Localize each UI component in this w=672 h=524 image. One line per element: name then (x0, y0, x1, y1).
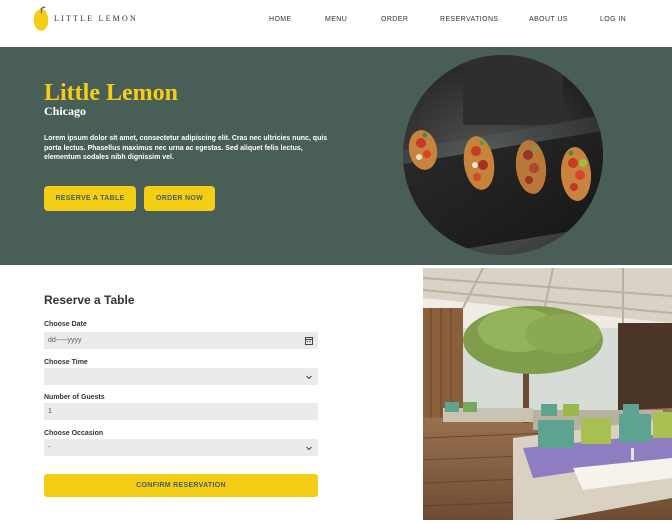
date-input[interactable]: dd-----yyyy (44, 332, 318, 349)
nav-home[interactable]: HOME (269, 16, 292, 23)
brand-name[interactable]: LITTLE LEMON (54, 14, 138, 23)
date-label: Choose Date (44, 321, 87, 328)
nav-order[interactable]: ORDER (381, 16, 408, 23)
occasion-select[interactable]: - (44, 439, 318, 456)
date-value: dd-----yyyy (48, 337, 82, 344)
hero-food-photo (403, 55, 603, 255)
chevron-down-icon (306, 446, 312, 451)
nav-log-in[interactable]: LOG IN (600, 16, 626, 23)
guests-label: Number of Guests (44, 394, 105, 401)
order-now-button[interactable]: ORDER NOW (144, 186, 215, 211)
hero-title: Little Lemon (44, 80, 178, 106)
restaurant-interior-photo (423, 268, 672, 520)
guests-input[interactable]: 1 (44, 403, 318, 420)
nav-menu[interactable]: MENU (325, 16, 347, 23)
hero-description: Lorem ipsum dolor sit amet, consectetur … (44, 135, 328, 161)
reservation-title: Reserve a Table (44, 293, 135, 307)
time-label: Choose Time (44, 359, 88, 366)
top-navigation: LITTLE LEMON HOME MENU ORDER RESERVATION… (0, 0, 672, 47)
calendar-icon[interactable] (305, 336, 313, 345)
reserve-table-button[interactable]: RESERVE A TABLE (44, 186, 136, 211)
lemon-icon[interactable] (32, 6, 50, 33)
confirm-reservation-button[interactable]: CONFIRM RESERVATION (44, 474, 318, 497)
guests-value: 1 (48, 408, 52, 415)
occasion-value: - (48, 444, 51, 451)
time-select[interactable] (44, 368, 318, 385)
hero-subtitle: Chicago (44, 104, 86, 118)
occasion-label: Choose Occasion (44, 430, 104, 437)
nav-reservations[interactable]: RESERVATIONS (440, 16, 498, 23)
chevron-down-icon (306, 375, 312, 380)
nav-about-us[interactable]: ABOUT US (529, 16, 568, 23)
hero-section: Little Lemon Chicago Lorem ipsum dolor s… (0, 47, 672, 265)
